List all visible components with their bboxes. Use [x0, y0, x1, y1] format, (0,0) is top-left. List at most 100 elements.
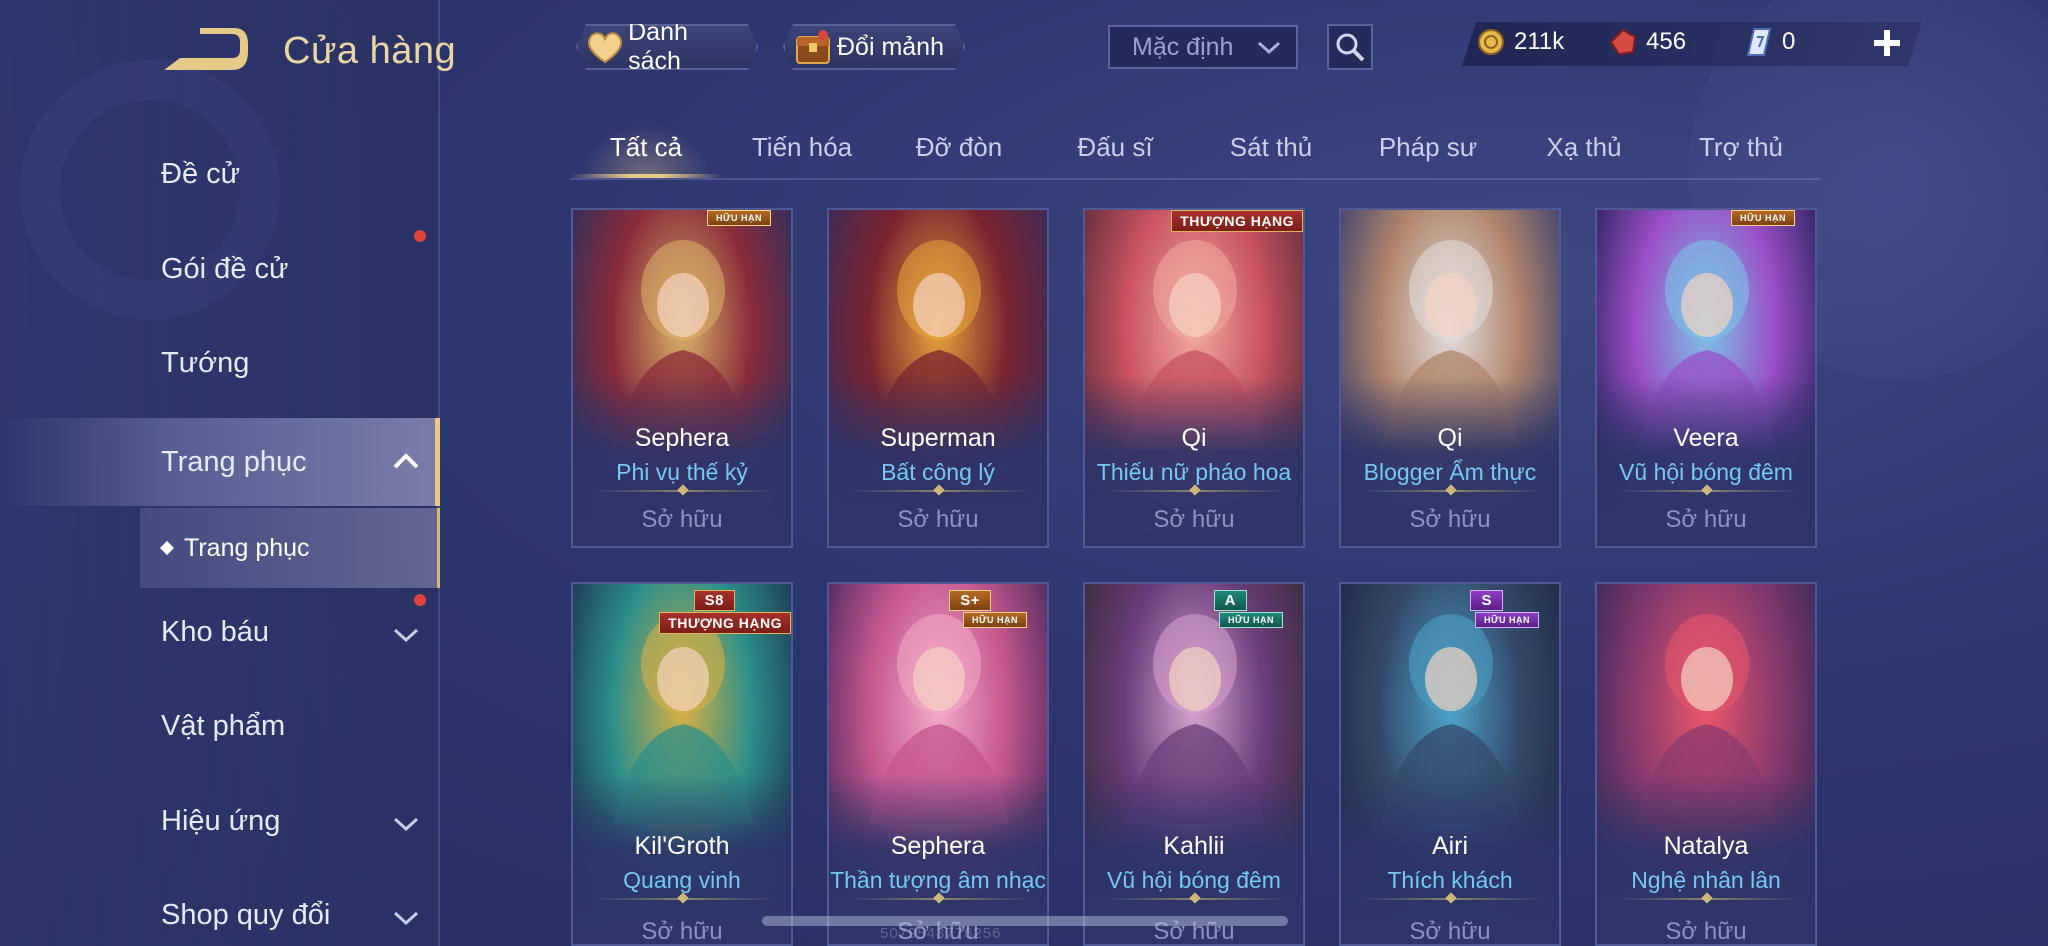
chevron-up-icon	[392, 446, 420, 479]
hero-name: Qi	[1181, 424, 1207, 452]
sidebar-item-featured-bundles[interactable]: Gói đề cử	[0, 229, 440, 309]
wishlist-label: Danh sách	[628, 18, 688, 75]
chevron-down-icon	[1256, 35, 1282, 66]
skin-name: Thần tượng âm nhạc	[830, 867, 1046, 893]
sidebar-item-heroes[interactable]: Tướng	[0, 323, 440, 403]
skin-card[interactable]: S8 THƯỢNG HẠNG Kil'Groth Quang vinh Sở hữu	[571, 582, 793, 946]
owned-status: Sở hữu	[1409, 506, 1491, 533]
card-divider	[593, 898, 775, 900]
tier-badge: S	[1470, 590, 1503, 611]
card-divider	[1105, 898, 1287, 900]
sidebar-item-exchange-shop[interactable]: Shop quy đổi	[0, 875, 440, 946]
fragment-exchange-label: Đổi mảnh	[837, 32, 944, 61]
red-voucher-icon	[1608, 27, 1638, 57]
skin-card[interactable]: Superman Bất công lý Sở hữu	[827, 208, 1049, 548]
owned-status: Sở hữu	[1665, 506, 1747, 533]
sidebar-item-label: Trang phục	[161, 445, 307, 478]
scrollbar[interactable]	[762, 916, 1288, 926]
chevron-down-icon	[392, 903, 420, 936]
owned-status: Sở hữu	[641, 506, 723, 533]
owned-status: Sở hữu	[897, 506, 979, 533]
sidebar-item-label: Shop quy đổi	[161, 898, 331, 931]
rarity-badge: HỮU HẠN	[1219, 612, 1283, 628]
hero-name: Veera	[1673, 424, 1739, 452]
tab-assassin[interactable]: Sát thủ	[1196, 132, 1346, 163]
submenu-item-skins[interactable]: Trang phục	[140, 508, 440, 588]
card-divider	[849, 898, 1031, 900]
plus-icon	[1874, 30, 1900, 56]
sidebar-item-featured[interactable]: Đề cử	[0, 134, 440, 214]
skin-card[interactable]: S+ HỮU HẠN Sephera Thần tượng âm nhạc Sở hữu	[827, 582, 1049, 946]
skin-card[interactable]: Qi Blogger Ẩm thực Sở hữu	[1339, 208, 1561, 548]
tab-marksman[interactable]: Xạ thủ	[1509, 132, 1659, 163]
wishlist-button[interactable]: Danh sách	[576, 24, 758, 70]
tier-badge: S+	[949, 590, 991, 611]
hero-name: Sephera	[634, 424, 730, 452]
skin-name: Quang vinh	[623, 867, 741, 893]
tier-badge: S8	[693, 590, 735, 611]
hero-name: Superman	[880, 424, 996, 452]
back-button[interactable]	[160, 28, 250, 78]
tab-all[interactable]: Tất cả	[571, 132, 721, 163]
sidebar-item-skins[interactable]: Trang phục	[0, 418, 440, 506]
ticket-value: 0	[1782, 28, 1796, 55]
skin-card[interactable]: THƯỢNG HẠNG Qi Thiếu nữ pháo hoa Sở hữu	[1083, 208, 1305, 548]
rarity-badge: HỮU HẠN	[1475, 612, 1539, 628]
watermark: 5079543776256	[880, 925, 1002, 942]
search-button[interactable]	[1327, 24, 1373, 70]
skin-name: Bất công lý	[881, 459, 995, 485]
tab-support[interactable]: Trợ thủ	[1666, 132, 1816, 163]
sidebar-item-items[interactable]: Vật phẩm	[0, 686, 440, 766]
owned-status: Sở hữu	[1409, 918, 1491, 945]
hero-name: Sephera	[890, 832, 986, 860]
tier-badge: A	[1213, 590, 1247, 611]
card-divider	[1617, 490, 1799, 492]
ticket-icon	[1744, 27, 1774, 57]
hero-name: Kil'Groth	[634, 832, 730, 860]
tab-fighter[interactable]: Đấu sĩ	[1040, 132, 1190, 163]
tab-tank[interactable]: Đỡ đòn	[884, 132, 1034, 163]
role-tabs: Tất cả Tiến hóa Đỡ đòn Đấu sĩ Sát thủ Ph…	[570, 124, 1820, 180]
fragment-exchange-button[interactable]: Đổi mảnh	[783, 24, 965, 70]
card-divider	[1105, 490, 1287, 492]
owned-status: Sở hữu	[641, 918, 723, 945]
sidebar-item-label: Đề cử	[161, 157, 241, 190]
tab-evolution[interactable]: Tiến hóa	[727, 132, 877, 163]
skin-card[interactable]: HỮU HẠN Sephera Phi vụ thế kỷ Sở hữu	[571, 208, 793, 548]
sort-dropdown[interactable]: Mặc định	[1108, 25, 1298, 69]
chevron-down-icon	[392, 620, 420, 653]
skin-card[interactable]: S HỮU HẠN Airi Thích khách Sở hữu	[1339, 582, 1561, 946]
sidebar-item-treasure[interactable]: Kho báu	[0, 592, 440, 672]
skin-name: Thích khách	[1387, 867, 1513, 893]
voucher-balance: 456	[1608, 27, 1686, 57]
ticket-balance: 0	[1744, 27, 1795, 57]
search-icon	[1336, 33, 1365, 62]
rarity-badge: HỮU HẠN	[1731, 210, 1795, 226]
skin-card[interactable]: HỮU HẠN Veera Vũ hội bóng đêm Sở hữu	[1595, 208, 1817, 548]
chest-icon	[793, 29, 833, 65]
skin-card[interactable]: A HỮU HẠN Kahlii Vũ hội bóng đêm Sở hữu	[1083, 582, 1305, 946]
sidebar-item-effects[interactable]: Hiệu ứng	[0, 781, 440, 861]
skin-name: Blogger Ẩm thực	[1363, 459, 1537, 485]
notification-dot	[414, 230, 426, 242]
sidebar-item-label: Kho báu	[161, 615, 270, 648]
card-divider	[1361, 490, 1543, 492]
add-currency-button[interactable]	[1870, 26, 1904, 60]
hero-name: Airi	[1431, 832, 1469, 860]
sort-value: Mặc định	[1132, 32, 1234, 61]
notification-dot	[414, 594, 426, 606]
rarity-badge: THƯỢNG HẠNG	[659, 612, 791, 634]
hero-name: Qi	[1437, 424, 1463, 452]
voucher-value: 456	[1646, 28, 1687, 55]
tab-mage[interactable]: Pháp sư	[1353, 132, 1503, 163]
page-title: Cửa hàng	[283, 30, 457, 72]
sidebar-item-label: Gói đề cử	[161, 252, 289, 285]
hero-name: Natalya	[1663, 832, 1749, 860]
owned-status: Sở hữu	[1665, 918, 1747, 945]
rarity-badge: HỮU HẠN	[963, 612, 1027, 628]
card-divider	[1617, 898, 1799, 900]
submenu-item-label: Trang phục	[184, 533, 310, 562]
card-divider	[849, 490, 1031, 492]
skin-card[interactable]: Natalya Nghệ nhân lân Sở hữu	[1595, 582, 1817, 946]
sidebar-item-label: Hiệu ứng	[161, 804, 281, 837]
